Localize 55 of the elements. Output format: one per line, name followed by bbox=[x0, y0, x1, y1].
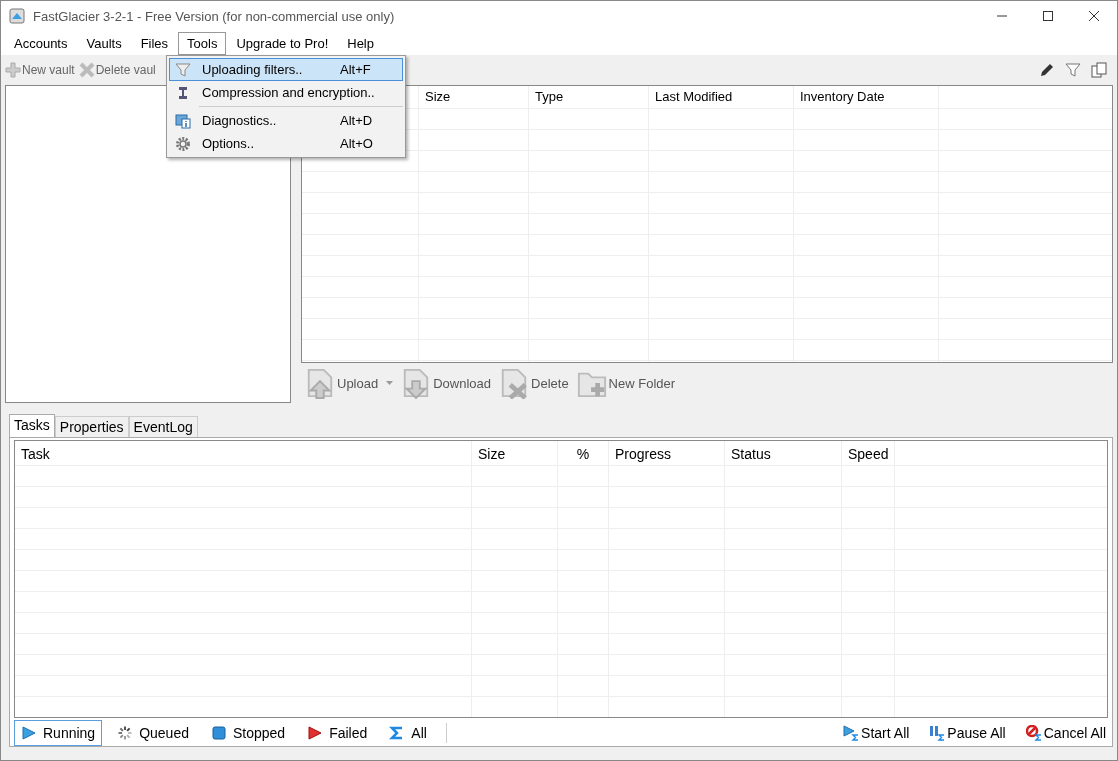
cancel-sigma-icon bbox=[1025, 725, 1042, 741]
column-header[interactable]: Inventory Date bbox=[794, 86, 939, 108]
column-header[interactable]: % bbox=[558, 441, 609, 465]
menu-item[interactable]: Vaults bbox=[77, 31, 131, 55]
menu-item[interactable]: Diagnostics.. Alt+D bbox=[169, 109, 403, 132]
menu-item[interactable]: Options.. Alt+O bbox=[169, 132, 403, 155]
menu-item[interactable]: Tools bbox=[178, 31, 227, 55]
play-icon bbox=[21, 725, 37, 741]
action-button[interactable]: Start All bbox=[841, 723, 912, 743]
menu-item[interactable]: Uploading filters.. Alt+F bbox=[169, 58, 403, 81]
menu-item[interactable]: Help bbox=[338, 31, 383, 55]
shortcut-label: Alt+F bbox=[340, 62, 372, 77]
shortcut-label: Alt+D bbox=[340, 113, 374, 128]
menu-item[interactable]: Upgrade to Pro! bbox=[227, 31, 338, 55]
funnel-icon bbox=[175, 61, 191, 78]
tab[interactable]: Properties bbox=[54, 416, 129, 437]
column-header[interactable]: Task bbox=[15, 441, 472, 465]
copy-icon bbox=[1091, 62, 1107, 78]
x-icon bbox=[78, 62, 95, 78]
plus-icon bbox=[5, 62, 21, 78]
window-title: FastGlacier 3-2-1 - Free Version (for non-commercial use only) bbox=[33, 8, 396, 24]
close-icon[interactable] bbox=[1089, 11, 1099, 21]
menu-item[interactable]: Compression and encryption.. bbox=[169, 81, 403, 104]
column-header[interactable]: Size bbox=[419, 86, 529, 108]
square-icon bbox=[211, 725, 227, 741]
spinner-icon bbox=[117, 725, 134, 741]
column-header[interactable]: Progress bbox=[609, 441, 725, 465]
column-header[interactable]: Speed bbox=[842, 441, 895, 465]
column-header[interactable]: Type bbox=[529, 86, 649, 108]
app-icon bbox=[9, 8, 25, 24]
column-header[interactable]: Last Modified bbox=[649, 86, 794, 108]
column-header[interactable]: Size bbox=[472, 441, 558, 465]
action-button[interactable]: Cancel All bbox=[1023, 723, 1108, 743]
gear-icon bbox=[175, 135, 191, 152]
shortcut-label: Alt+O bbox=[340, 136, 374, 151]
pencil-icon bbox=[1039, 62, 1055, 78]
menu-item[interactable]: Accounts bbox=[5, 31, 77, 55]
filter-button[interactable]: Failed bbox=[300, 720, 375, 746]
tab[interactable]: Tasks bbox=[9, 414, 55, 437]
page-x-icon bbox=[499, 367, 530, 399]
menu-item[interactable]: Files bbox=[131, 31, 178, 55]
play-sigma-icon bbox=[843, 725, 860, 741]
action-button[interactable]: Pause All bbox=[927, 723, 1008, 743]
window-info-icon bbox=[175, 112, 191, 129]
filter-button[interactable]: Running bbox=[14, 720, 103, 746]
tab[interactable]: EventLog bbox=[128, 416, 198, 437]
filter-button[interactable]: Queued bbox=[110, 720, 196, 746]
funnel-icon bbox=[1065, 62, 1081, 78]
page-up-arrow-icon bbox=[305, 367, 335, 399]
maximize-icon[interactable] bbox=[1043, 11, 1053, 21]
pause-sigma-icon bbox=[929, 725, 946, 741]
filter-button[interactable]: All bbox=[382, 720, 434, 746]
play-icon bbox=[307, 725, 324, 741]
column-header[interactable]: Status bbox=[725, 441, 842, 465]
filter-button[interactable]: Stopped bbox=[204, 720, 293, 746]
